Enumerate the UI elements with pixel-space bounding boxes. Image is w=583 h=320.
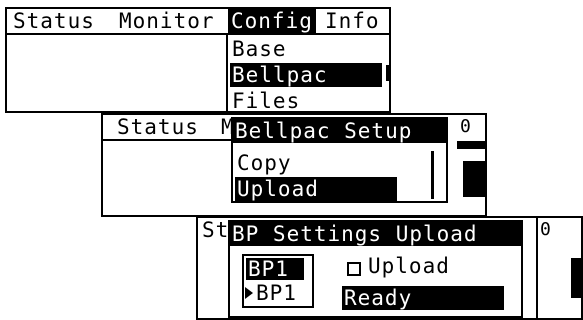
menu-config[interactable]: Config xyxy=(228,9,316,33)
menu-status-partial: Status xyxy=(117,115,199,139)
popup-title: BP Settings Upload xyxy=(230,222,521,246)
right-divider xyxy=(536,218,538,318)
bp-list-item[interactable]: BP1 xyxy=(256,282,297,304)
scroll-indicator xyxy=(431,151,434,199)
menu-status[interactable]: Status xyxy=(13,9,95,33)
scroll-indicator xyxy=(386,65,389,81)
checkbox-icon[interactable] xyxy=(347,262,361,276)
menu-info[interactable]: Info xyxy=(325,9,380,33)
dropdown-item-files[interactable]: Files xyxy=(230,89,382,111)
bellpac-setup-popup: Bellpac Setup Copy Upload xyxy=(231,117,448,203)
dropdown-item-bellpac[interactable]: Bellpac xyxy=(230,63,382,87)
right-status-block xyxy=(571,258,581,298)
right-status-block xyxy=(463,161,485,197)
popup-item-copy[interactable]: Copy xyxy=(235,151,397,175)
config-dropdown: Base Bellpac Files xyxy=(226,33,389,111)
checkbox-label-upload: Upload xyxy=(368,254,450,278)
popup-item-upload[interactable]: Upload xyxy=(235,177,397,201)
menu-status-partial: St xyxy=(202,218,230,242)
bp-settings-upload-popup: BP Settings Upload BP1 BP1 Upload Ready xyxy=(228,220,523,318)
screen-bellpac-setup: Status M Bellpac Setup Copy Upload 0 xyxy=(101,113,487,217)
menu-monitor[interactable]: Monitor xyxy=(119,9,215,33)
right-status-bar xyxy=(457,141,485,149)
menu-underline xyxy=(103,139,231,141)
dropdown-item-base[interactable]: Base xyxy=(230,37,382,61)
bp-list: BP1 BP1 xyxy=(242,254,314,308)
right-status-label: 0 xyxy=(460,116,471,137)
screen-bp-upload: St BP Settings Upload BP1 BP1 Upload Rea… xyxy=(196,216,583,320)
cursor-arrow-icon xyxy=(245,287,253,299)
status-ready: Ready xyxy=(342,286,504,310)
popup-title: Bellpac Setup xyxy=(233,119,446,143)
right-status-label: 0 xyxy=(540,219,551,240)
screen-main-menu: Status Monitor Config Info Base Bellpac … xyxy=(5,7,391,113)
bp-list-item-selected[interactable]: BP1 xyxy=(246,258,304,280)
menu-bar: Status Monitor Config Info xyxy=(7,9,389,35)
